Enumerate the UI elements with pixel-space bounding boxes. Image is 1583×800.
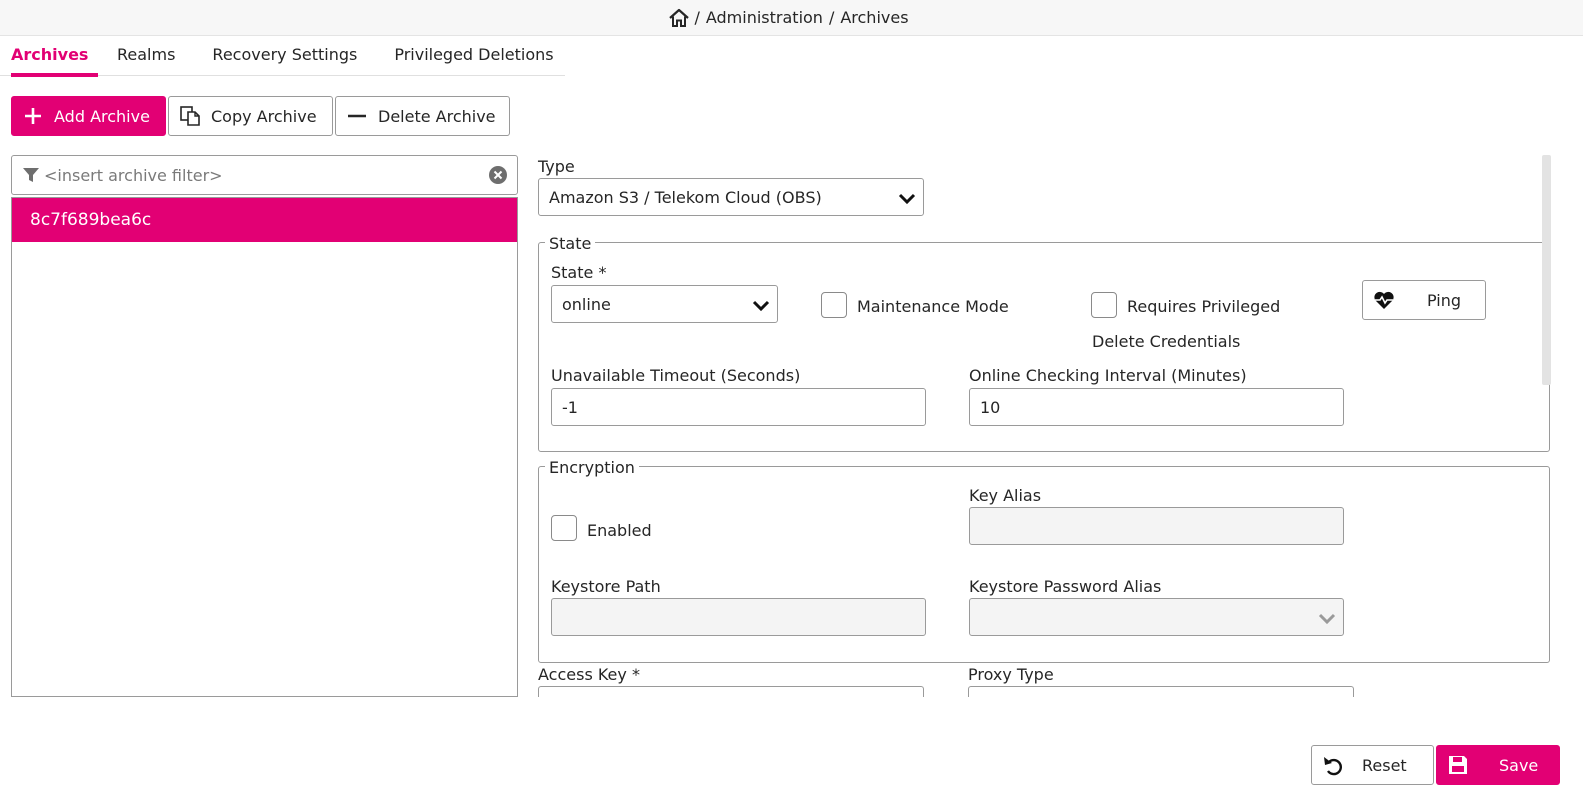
encryption-enabled-checkbox[interactable] (551, 515, 577, 541)
breadcrumb: / Administration / Archives (0, 0, 1583, 36)
type-label: Type (538, 157, 575, 176)
unavailable-timeout-input[interactable]: -1 (551, 388, 926, 426)
keystore-password-alias-label: Keystore Password Alias (969, 577, 1162, 596)
undo-icon (1322, 754, 1344, 776)
breadcrumb-separator: / (694, 8, 700, 27)
keystore-path-label: Keystore Path (551, 577, 661, 596)
chevron-down-icon (1317, 608, 1337, 628)
proxy-type-select[interactable] (968, 686, 1354, 697)
encryption-legend: Encryption (545, 458, 639, 477)
state-label: State * (551, 263, 607, 282)
type-select[interactable]: Amazon S3 / Telekom Cloud (OBS) (538, 178, 924, 216)
requires-privileged-label-line2: Delete Credentials (1092, 332, 1241, 351)
ping-label: Ping (1427, 290, 1462, 310)
requires-privileged-checkbox[interactable] (1091, 292, 1117, 318)
state-legend: State (545, 234, 596, 253)
unavailable-timeout-label: Unavailable Timeout (Seconds) (551, 366, 801, 385)
breadcrumb-item-archives: Archives (840, 8, 909, 27)
archive-filter-input[interactable] (44, 165, 474, 185)
key-alias-label: Key Alias (969, 486, 1042, 505)
plus-icon (22, 105, 44, 127)
save-label: Save (1499, 755, 1539, 775)
save-icon (1447, 754, 1469, 776)
clear-filter-icon[interactable] (488, 165, 508, 185)
minus-icon (346, 105, 368, 127)
access-key-label: Access Key * (538, 665, 640, 684)
tab-recovery-settings[interactable]: Recovery Settings (212, 40, 357, 76)
reset-button[interactable]: Reset (1311, 745, 1434, 785)
add-archive-button[interactable]: Add Archive (11, 96, 166, 136)
proxy-type-label: Proxy Type (968, 665, 1054, 684)
type-select-value: Amazon S3 / Telekom Cloud (OBS) (549, 187, 822, 207)
delete-archive-button[interactable]: Delete Archive (335, 96, 510, 136)
tab-privileged-deletions[interactable]: Privileged Deletions (394, 40, 553, 76)
requires-privileged-label-line1: Requires Privileged (1127, 297, 1281, 316)
list-item[interactable]: 8c7f689bea6c (12, 198, 517, 242)
breadcrumb-item-administration[interactable]: Administration (706, 8, 823, 27)
archive-filter (11, 155, 518, 195)
ping-button[interactable]: Ping (1362, 280, 1486, 320)
encryption-enabled-label: Enabled (587, 521, 652, 540)
copy-archive-label: Copy Archive (211, 106, 317, 126)
form-scrollbar[interactable] (1542, 155, 1551, 385)
home-icon[interactable] (668, 7, 690, 29)
tab-archives[interactable]: Archives (11, 40, 98, 77)
copy-archive-button[interactable]: Copy Archive (168, 96, 333, 136)
filter-icon (22, 166, 40, 184)
access-key-input[interactable] (538, 686, 924, 697)
key-alias-input[interactable] (969, 507, 1344, 545)
add-archive-label: Add Archive (54, 106, 150, 126)
copy-icon (179, 105, 201, 127)
keystore-path-input[interactable] (551, 598, 926, 636)
online-interval-input[interactable]: 10 (969, 388, 1344, 426)
state-select-value: online (562, 294, 611, 314)
online-interval-label: Online Checking Interval (Minutes) (969, 366, 1247, 385)
save-button[interactable]: Save (1436, 745, 1560, 785)
maintenance-mode-label: Maintenance Mode (857, 297, 1009, 316)
reset-label: Reset (1362, 755, 1407, 775)
maintenance-mode-checkbox[interactable] (821, 292, 847, 318)
breadcrumb-separator: / (828, 8, 835, 27)
archive-list: 8c7f689bea6c (11, 197, 518, 697)
chevron-down-icon (897, 188, 917, 208)
tab-bar: Archives Realms Recovery Settings Privil… (0, 40, 565, 77)
chevron-down-icon (751, 295, 771, 315)
keystore-password-alias-select[interactable] (969, 598, 1344, 636)
delete-archive-label: Delete Archive (378, 106, 496, 126)
state-select[interactable]: online (551, 285, 778, 323)
heartbeat-icon (1373, 289, 1395, 311)
tab-realms[interactable]: Realms (117, 40, 175, 76)
